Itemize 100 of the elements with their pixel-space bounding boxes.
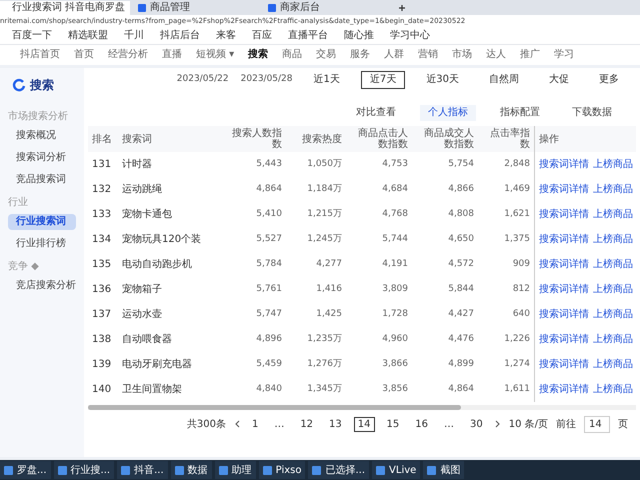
nav-link[interactable]: 商品 (282, 50, 302, 60)
taskbar-item[interactable]: 助理 (214, 461, 256, 479)
action-link[interactable]: 上榜商品 (593, 284, 633, 294)
nav-link[interactable]: 服务 (350, 50, 370, 60)
bookmark[interactable]: 来客 (216, 31, 236, 41)
toolbar-button[interactable]: 对比查看 (348, 105, 404, 121)
action-link[interactable]: 搜索词详情 (539, 234, 589, 244)
taskbar-item[interactable]: 抖音... (117, 461, 168, 479)
nav-link[interactable]: 首页 (74, 50, 94, 60)
action-link[interactable]: 上榜商品 (593, 334, 633, 344)
action-link[interactable]: 搜索词详情 (539, 160, 589, 170)
action-link[interactable]: 搜索词详情 (539, 210, 589, 220)
page-button[interactable]: … (440, 416, 458, 432)
taskbar-item[interactable]: 行业搜... (54, 461, 114, 479)
nav-link[interactable]: 人群 (384, 50, 404, 60)
bookmark[interactable]: 百度一下 (12, 31, 52, 41)
bookmark[interactable]: 千川 (124, 31, 144, 41)
action-link[interactable]: 上榜商品 (593, 234, 633, 244)
action-link[interactable]: 上榜商品 (593, 160, 633, 170)
sidebar-item[interactable]: 行业搜索词 (8, 214, 76, 230)
sidebar-item[interactable]: 竞品搜索词 (8, 172, 76, 188)
table-cell-text: 5,754 (447, 160, 475, 169)
page-button[interactable]: 30 (466, 416, 487, 432)
bookmark[interactable]: 百应 (252, 31, 272, 41)
action-link[interactable]: 搜索词详情 (539, 334, 589, 344)
page-icon (268, 4, 276, 12)
taskbar-item[interactable]: 数据 (170, 461, 212, 479)
nav-link[interactable]: 经营分析 (108, 50, 148, 60)
table-cell-text: 1,276万 (306, 360, 343, 369)
scrollbar-thumb[interactable] (88, 405, 461, 410)
toolbar-button[interactable]: 指标配置 (492, 105, 548, 121)
bookmark[interactable]: 直播平台 (288, 31, 328, 41)
table-cell-text: 4,960 (381, 335, 409, 344)
action-link[interactable]: 上榜商品 (593, 384, 633, 394)
table-cell-text: 卫生间置物架 (121, 384, 183, 394)
period-tab[interactable]: 自然周 (480, 71, 528, 89)
action-link[interactable]: 上榜商品 (593, 210, 633, 220)
taskbar-item[interactable]: 罗盘... (0, 461, 51, 479)
bookmark[interactable]: 精选联盟 (68, 31, 108, 41)
action-link[interactable]: 搜索词详情 (539, 360, 589, 370)
action-link[interactable]: 搜索词详情 (539, 284, 589, 294)
bookmark[interactable]: 抖店后台 (160, 31, 200, 41)
nav-link[interactable]: 交易 (316, 50, 336, 60)
add-tab-icon[interactable] (398, 4, 406, 12)
sidebar-item[interactable]: 搜索词分析 (8, 150, 76, 166)
page-button[interactable]: 12 (296, 416, 318, 432)
action-link[interactable]: 上榜商品 (593, 260, 633, 270)
page-button[interactable]: 13 (325, 416, 346, 432)
period-tab[interactable]: 近1天 (304, 71, 349, 89)
nav-link[interactable]: 直播 (162, 50, 182, 60)
page-size-select[interactable]: 10 条/页 (508, 416, 548, 432)
nav-link[interactable]: 搜索 (248, 50, 268, 60)
period-tab[interactable]: 更多 (590, 71, 628, 89)
table-cell-text: 3,856 (381, 385, 409, 394)
column-header: 点击率指数 (489, 128, 531, 150)
browser-tab[interactable]: 行业搜索词 抖音电商罗盘 (0, 1, 130, 15)
page-input[interactable]: 14 (584, 416, 610, 432)
app-icon (121, 466, 130, 474)
table-cell-text: 5,459 (255, 360, 283, 369)
action-link[interactable]: 上榜商品 (593, 184, 633, 194)
nav-link[interactable]: 学习 (554, 50, 574, 60)
table-cell-text: 电动牙刷充电器 (121, 360, 193, 370)
action-link[interactable]: 搜索词详情 (539, 384, 589, 394)
toolbar-button[interactable]: 下载数据 (564, 105, 620, 121)
period-tab[interactable]: 近30天 (417, 71, 468, 89)
page-button[interactable]: 14 (354, 416, 375, 432)
toolbar-button[interactable]: 个人指标 (420, 105, 476, 121)
taskbar-item[interactable]: 截图 (423, 461, 464, 479)
action-link[interactable]: 搜索词详情 (539, 310, 589, 320)
table-cell-text: 4,768 (381, 210, 409, 219)
page-button[interactable]: 1 (248, 416, 262, 432)
nav-link[interactable]: 市场 (452, 50, 472, 60)
action-link[interactable]: 搜索词详情 (539, 184, 589, 194)
nav-link[interactable]: 营销 (418, 50, 438, 60)
table-cell-text: 5,761 (255, 285, 283, 294)
page-button[interactable]: 16 (411, 416, 432, 432)
nav-link[interactable]: 推广 (520, 50, 540, 60)
nav-link[interactable]: 达人 (486, 50, 506, 60)
sidebar-item[interactable]: 竞店搜索分析 (8, 278, 76, 294)
action-link[interactable]: 搜索词详情 (539, 260, 589, 270)
action-link[interactable]: 上榜商品 (593, 360, 633, 370)
bookmark[interactable]: 随心推 (344, 31, 374, 41)
taskbar-item[interactable]: 已选择... (308, 461, 370, 479)
action-link[interactable]: 上榜商品 (593, 310, 633, 320)
period-tab[interactable]: 近7天 (360, 71, 406, 89)
taskbar-item[interactable]: VLive (372, 461, 420, 479)
page-button[interactable]: … (270, 416, 288, 432)
taskbar-item[interactable]: Pixso (258, 461, 306, 479)
nav-link[interactable]: 短视频 ▾ (196, 50, 234, 60)
previous-icon[interactable] (234, 420, 240, 428)
period-tab[interactable]: 大促 (540, 71, 578, 89)
sidebar-item[interactable]: 行业排行榜 (8, 236, 76, 252)
table-cell-text: 134 (91, 234, 112, 244)
next-icon[interactable] (494, 420, 501, 428)
bookmark[interactable]: 学习中心 (390, 31, 430, 41)
table-cell-text: 宠物箱子 (121, 284, 163, 294)
page-button[interactable]: 15 (382, 416, 404, 432)
column-header: 搜索词 (121, 134, 153, 144)
sidebar-item[interactable]: 搜索概况 (8, 128, 76, 144)
nav-link[interactable]: 抖店首页 (20, 50, 60, 60)
